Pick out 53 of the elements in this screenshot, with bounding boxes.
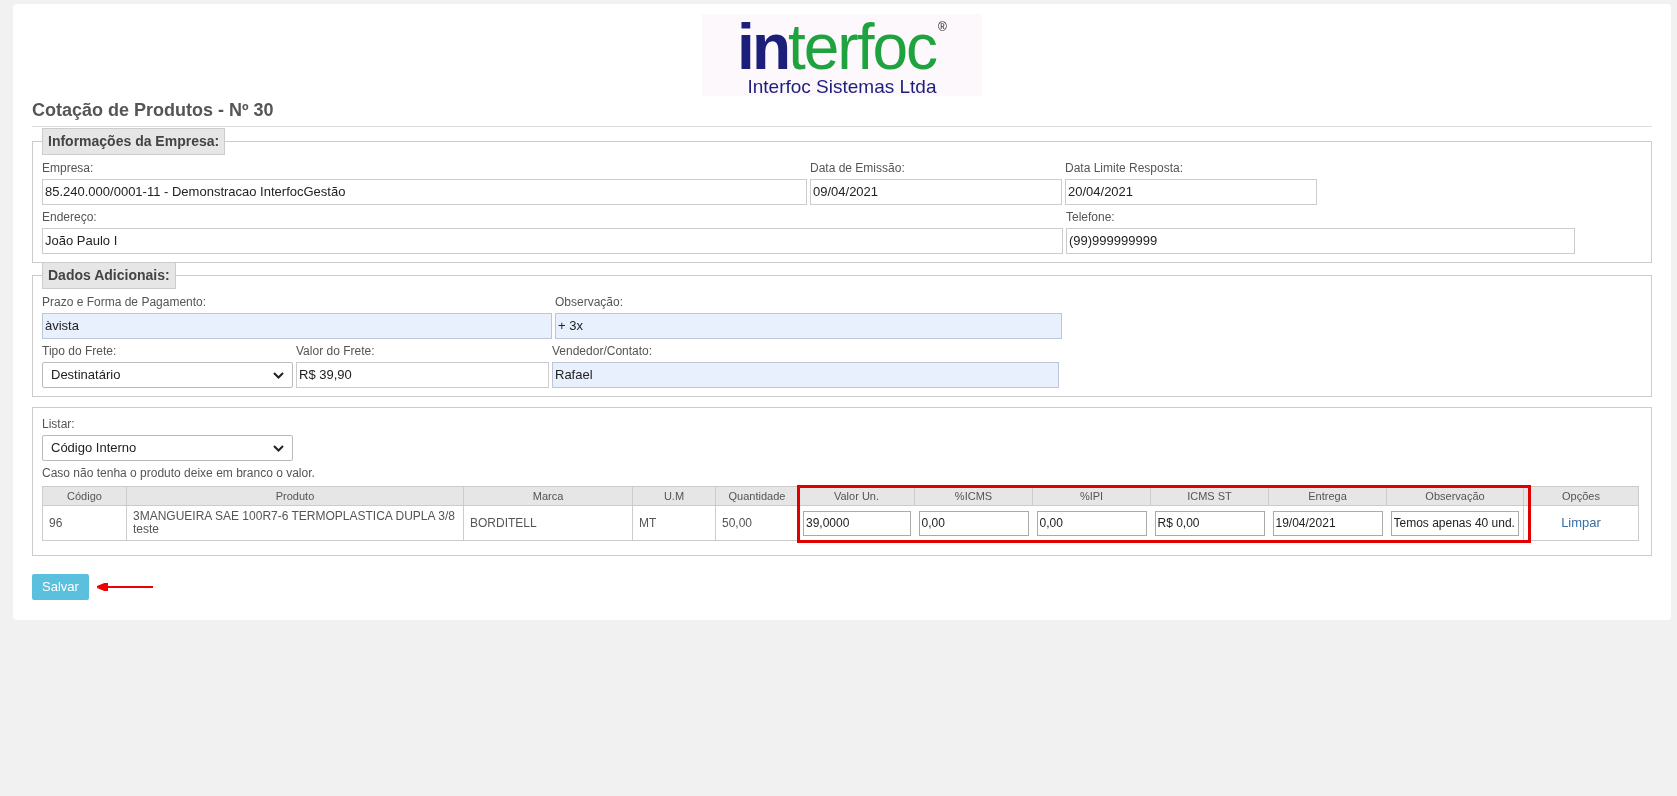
column-header: Observação: [1386, 486, 1524, 506]
input-field[interactable]: 85.240.000/0001-11 - Demonstracao InterfocGestão: [42, 179, 807, 205]
table-cell: MT: [632, 505, 716, 541]
column-header: Marca: [463, 486, 633, 506]
input-field[interactable]: (99)999999999: [1066, 228, 1575, 254]
input-field[interactable]: àvista: [42, 313, 552, 339]
section-legend: Informações da Empresa:: [42, 128, 226, 155]
hint-text: Caso não tenha o produto deixe em branco o valor.: [42, 465, 316, 482]
input-field[interactable]: Rafael: [552, 362, 1059, 388]
clear-link[interactable]: Limpar: [1561, 515, 1601, 531]
field-label: Prazo e Forma de Pagamento:: [42, 294, 208, 310]
company-logo: interfoc® Interfoc Sistemas Ltda: [702, 14, 982, 96]
column-header: Entrega: [1268, 486, 1387, 506]
field-label: Endereço:: [42, 209, 98, 225]
field-label: Vendedor/Contato:: [552, 343, 654, 359]
field-label: Observação:: [555, 294, 625, 310]
dropdown[interactable]: Destinatário: [42, 362, 293, 388]
input-field[interactable]: 39,0000: [803, 510, 911, 536]
arrow-icon: [97, 583, 153, 591]
caret-icon: [273, 444, 284, 452]
input-field[interactable]: + 3x: [555, 313, 1062, 339]
field-label: Listar:: [42, 416, 76, 432]
input-field[interactable]: João Paulo I: [42, 228, 1063, 254]
column-header: %ICMS: [914, 486, 1033, 506]
field-label: Data de Emissão:: [810, 160, 906, 176]
input-field[interactable]: R$ 0,00: [1154, 510, 1265, 536]
table-cell: BORDITELL: [463, 505, 633, 541]
column-header: %IPI: [1032, 486, 1151, 506]
column-header: Produto: [126, 486, 464, 506]
field-label: Telefone:: [1066, 209, 1116, 225]
field-label: Tipo do Frete:: [42, 343, 118, 359]
table-cell: 3MANGUEIRA SAE 100R7-6 TERMOPLASTICA DUPLA 3/8 teste: [126, 505, 464, 541]
field-label: Data Limite Resposta:: [1065, 160, 1185, 176]
column-header: Valor Un.: [798, 486, 915, 506]
field-label: Valor do Frete:: [296, 343, 376, 359]
field-label: Empresa:: [42, 160, 95, 176]
page-title: Cotação de Produtos - Nº 30: [32, 98, 1652, 127]
caret-icon: [273, 371, 284, 379]
column-header: Quantidade: [715, 486, 799, 506]
column-header: ICMS ST: [1150, 486, 1269, 506]
column-header: Código: [42, 486, 127, 506]
column-header: U.M: [632, 486, 716, 506]
input-field[interactable]: 09/04/2021: [810, 179, 1062, 205]
input-field[interactable]: 20/04/2021: [1065, 179, 1317, 205]
dropdown[interactable]: Código Interno: [42, 435, 293, 461]
section-legend: Dados Adicionais:: [42, 262, 176, 289]
table-cell: 96: [42, 505, 127, 541]
column-header: Opções: [1523, 486, 1639, 506]
input-field[interactable]: Temos apenas 40 und.: [1390, 510, 1519, 536]
input-field[interactable]: 19/04/2021: [1272, 510, 1383, 536]
input-field[interactable]: 0,00: [918, 510, 1029, 536]
input-field[interactable]: R$ 39,90: [296, 362, 549, 388]
input-field[interactable]: 0,00: [1036, 510, 1147, 536]
